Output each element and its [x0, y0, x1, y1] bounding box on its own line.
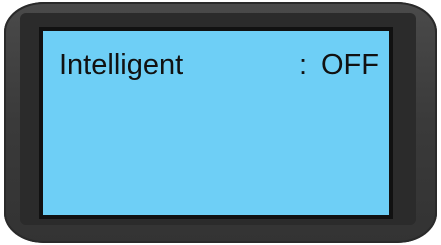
setting-row-intelligent[interactable]: Intelligent : OFF	[59, 45, 379, 85]
setting-value: OFF	[321, 49, 379, 81]
setting-separator: :	[299, 49, 308, 81]
lcd-screen: Intelligent : OFF	[39, 27, 393, 219]
setting-label: Intelligent	[59, 49, 184, 81]
